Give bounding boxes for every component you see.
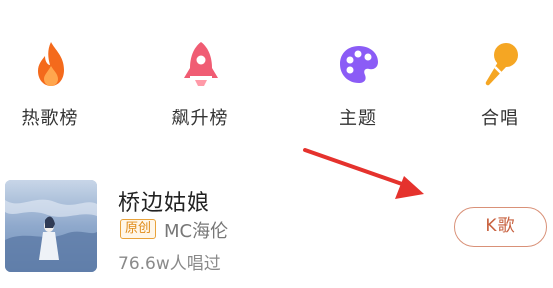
flame-icon	[38, 42, 64, 86]
album-cover	[5, 180, 97, 272]
nav-item-rising[interactable]: 飙升榜	[150, 40, 250, 130]
nav-item-hot-songs[interactable]: 热歌榜	[0, 40, 100, 130]
nav-item-theme[interactable]: 主题	[308, 40, 408, 130]
song-title: 桥边姑娘	[118, 191, 211, 216]
karaoke-button[interactable]: K歌	[454, 207, 547, 247]
song-list-item[interactable]: 桥边姑娘 原创 MC海伦 76.6w人唱过 K歌	[0, 175, 553, 288]
palette-icon	[340, 46, 378, 83]
nav-label-chorus: 合唱	[481, 108, 519, 129]
original-badge: 原创	[120, 219, 157, 239]
nav-item-chorus[interactable]: 合唱	[450, 40, 550, 130]
artist-name[interactable]: MC海伦	[164, 217, 228, 243]
nav-label-rising: 飙升榜	[171, 108, 229, 129]
nav-label-theme: 主题	[339, 108, 377, 129]
sing-count: 76.6w人唱过	[118, 254, 221, 274]
microphone-icon	[485, 43, 518, 86]
rocket-icon	[184, 42, 218, 86]
album-cover-art	[5, 180, 97, 272]
nav-label-hot-songs: 热歌榜	[21, 108, 79, 129]
